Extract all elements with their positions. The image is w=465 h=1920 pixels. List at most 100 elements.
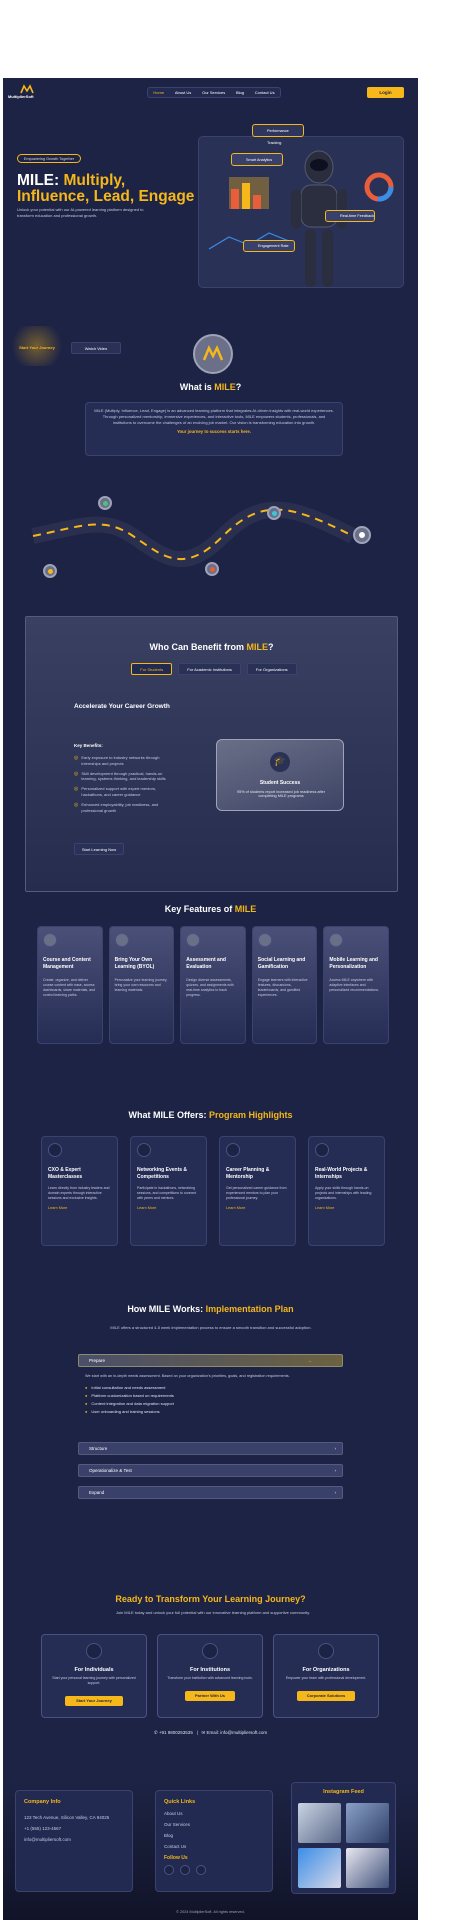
twitter-icon[interactable] (196, 1865, 206, 1875)
benefit-section: Who Can Benefit from MILE? For Students … (25, 616, 398, 892)
quick-links: Quick Links About Us Our Services Blog C… (155, 1790, 273, 1892)
instagram-image[interactable] (346, 1848, 389, 1888)
learn-more-link[interactable]: Learn More (48, 1206, 111, 1210)
key-benefits-title: Key Benefits: (74, 743, 103, 748)
feature-card[interactable]: Social Learning and Gamification Engage … (251, 926, 318, 1044)
brand-name: MultiplierSoft (8, 94, 34, 99)
ready-card: For Institutions Transform your institut… (157, 1634, 263, 1718)
instagram-image[interactable] (298, 1848, 341, 1888)
assessment-icon (186, 933, 201, 947)
phone[interactable]: +1 (555) 123-4567 (24, 1826, 124, 1831)
milestone-pin-4[interactable] (267, 506, 281, 520)
learn-more-link[interactable]: Learn More (226, 1206, 289, 1210)
benefit-list: ◎ Early exposure to industry networks thr… (74, 755, 176, 817)
start-learning-button[interactable]: Start Learning Now (74, 843, 124, 855)
building-icon (318, 1643, 334, 1659)
instagram-feed: Instagram Feed (291, 1782, 396, 1894)
login-button[interactable]: Login (367, 87, 404, 98)
masterclass-icon (48, 1143, 62, 1157)
how-subtitle: MILE offers a structured 4-5 week implem… (110, 1325, 312, 1330)
tab-students[interactable]: For Students (131, 663, 173, 675)
footer-link[interactable]: About Us (164, 1811, 264, 1816)
feature-card[interactable]: Mobile Learning and Personalization Acce… (323, 926, 389, 1044)
hero-title: MILE: Multiply, Influence, Lead, Engage (17, 173, 197, 205)
instagram-image[interactable] (346, 1803, 389, 1843)
tab-organizations[interactable]: For Organizations (246, 663, 297, 675)
ready-cards: For Individuals Start your personal lear… (41, 1634, 379, 1718)
offer-card[interactable]: Career Planning & Mentorship Get persona… (219, 1136, 296, 1246)
email[interactable]: Email: info@multipliersoft.com (207, 1730, 268, 1735)
learn-more-link[interactable]: Learn More (315, 1206, 378, 1210)
corporate-button[interactable]: Corporate Solutions (297, 1691, 355, 1702)
what-title: What is MILE? (179, 382, 242, 392)
person-icon (86, 1643, 102, 1659)
hero-badge: Empowering Growth Together (17, 154, 81, 163)
accordion-prepare[interactable]: Prepare ⌄ (78, 1354, 343, 1367)
email[interactable]: info@multipliersoft.com (24, 1837, 124, 1842)
nav-link-services[interactable]: Our Services (202, 90, 225, 95)
footer-link[interactable]: Blog (164, 1833, 264, 1838)
accordion-structure[interactable]: Structure › (78, 1442, 343, 1455)
feature-card[interactable]: Course and Content Management Create, or… (37, 926, 103, 1044)
ready-card: For Individuals Start your personal lear… (41, 1634, 147, 1718)
offer-card[interactable]: CXO & Expert Masterclasses Learn directl… (41, 1136, 118, 1246)
logo[interactable]: MultiplierSoft (8, 84, 48, 100)
navbar: MultiplierSoft Home About Us Our Service… (3, 78, 418, 106)
engagement-card: Engagement Rate (243, 240, 295, 252)
address: 123 Tech Avenue, Silicon Valley, CA 9402… (24, 1815, 110, 1820)
footer-link[interactable]: Contact Us (164, 1844, 264, 1849)
contact-line: ✆ +91 9800253535 | ✉ Email: info@multipl… (153, 1730, 268, 1735)
milestone-pin-5[interactable] (353, 526, 371, 544)
mobile-icon (329, 933, 344, 947)
what-link[interactable]: Your journey to success starts here. (94, 429, 334, 434)
footer-link[interactable]: Our Services (164, 1822, 264, 1827)
accordion-expand[interactable]: Expand › (78, 1486, 343, 1499)
start-your-journey-button[interactable]: Start Your Journey (65, 1696, 123, 1707)
tab-institutions[interactable]: For Academic Institutions (178, 663, 241, 675)
perf-tracking-card: Smart Analytics (231, 153, 283, 166)
partner-button[interactable]: Partner With Us (185, 1691, 235, 1702)
step-item: ● Initial consultation and needs assessme… (85, 1384, 166, 1390)
nav-link-contact[interactable]: Contact Us (255, 90, 275, 95)
nav-links: Home About Us Our Services Blog Contact … (147, 87, 281, 98)
linkedin-icon[interactable] (180, 1865, 190, 1875)
phone-icon: ✆ (153, 1730, 158, 1735)
phone[interactable]: +91 9800253535 (159, 1730, 193, 1735)
nav-link-home[interactable]: Home (153, 90, 164, 95)
company-info: Company Info 123 Tech Avenue, Silicon Va… (15, 1790, 133, 1892)
page: MultiplierSoft Home About Us Our Service… (3, 78, 418, 1920)
copyright: © 2024 MultiplierSoft. All rights reserv… (176, 1910, 245, 1914)
benefit-item: ◎ Personalized support with expert mentor… (74, 786, 157, 797)
watch-video-button[interactable]: Watch Video (71, 342, 121, 354)
prepare-content: We start with an in-depth needs assessme… (85, 1374, 335, 1414)
floating-card-top: Performance Tracking (252, 124, 304, 145)
feature-card[interactable]: Bring Your Own Learning (BYOL) Personali… (108, 926, 175, 1044)
offers-title: What MILE Offers: Program Highlights (128, 1110, 293, 1120)
learn-more-link[interactable]: Learn More (137, 1206, 200, 1210)
milestone-pin-2[interactable] (43, 564, 57, 578)
chevron-right-icon: › (334, 1468, 337, 1473)
chevron-down-icon: ⌄ (308, 1358, 312, 1363)
milestone-pin-1[interactable] (98, 496, 112, 510)
feature-card[interactable]: Assessment and Evaluation Design diverse… (180, 926, 246, 1044)
stat-body: 95% of students report increased job rea… (236, 790, 325, 798)
benefit-item: ◎ Early exposure to industry networks thr… (74, 755, 160, 766)
compass-icon (226, 1143, 240, 1157)
what-card: MILE (Multiply, Influence, Lead, Engage)… (85, 402, 343, 456)
accordion-operationalize[interactable]: Operationalize & Test › (78, 1464, 343, 1477)
course-icon (43, 933, 57, 947)
realtime-card: Real-time Feedback (325, 210, 375, 222)
nav-link-blog[interactable]: Blog (236, 90, 244, 95)
benefit-item: ◎ Enhanced employability, job readiness, … (74, 801, 159, 813)
nav-link-about[interactable]: About Us (175, 90, 191, 95)
milestone-pin-3[interactable] (205, 562, 219, 576)
offer-card[interactable]: Networking Events & Competitions Partici… (130, 1136, 207, 1246)
start-journey-button[interactable]: Start Your Journey (17, 342, 57, 354)
chevron-right-icon: › (334, 1446, 337, 1451)
facebook-icon[interactable] (164, 1865, 174, 1875)
instagram-image[interactable] (298, 1803, 341, 1843)
offer-card[interactable]: Real-World Projects & Internships Apply … (308, 1136, 385, 1246)
benefit-heading: Accelerate Your Career Growth (74, 703, 170, 710)
benefit-tabs: For Students For Academic Institutions F… (81, 663, 347, 675)
ready-subtitle: Join MILE today and unlock your full pot… (115, 1610, 311, 1615)
